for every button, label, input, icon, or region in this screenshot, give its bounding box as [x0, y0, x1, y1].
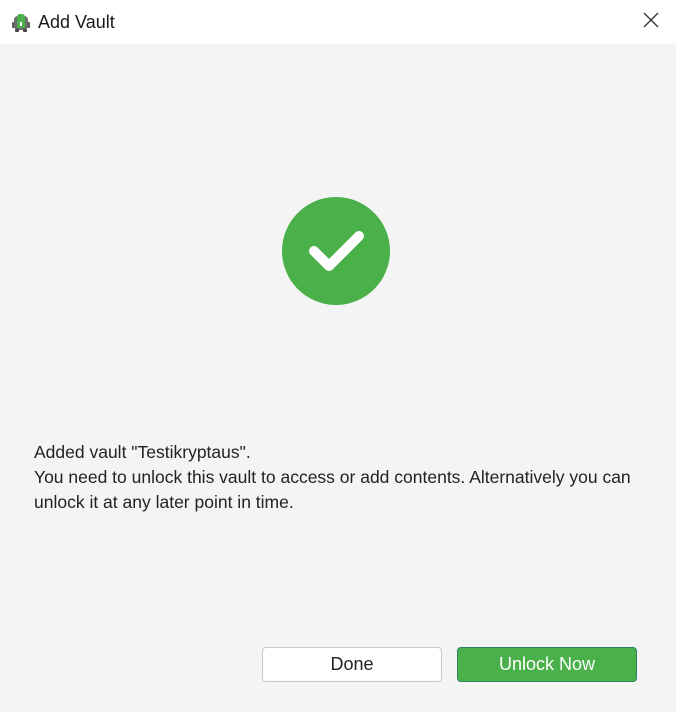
dialog-content: Added vault "Testikryptaus". You need to… [0, 44, 676, 712]
cryptomator-robot-icon [10, 11, 32, 33]
status-message: Added vault "Testikryptaus". You need to… [34, 440, 644, 515]
unlock-now-button[interactable]: Unlock Now [457, 647, 637, 682]
add-vault-dialog: Add Vault Added vault "Testikryptaus". Y… [0, 0, 676, 712]
success-indicator [282, 197, 390, 305]
message-body: You need to unlock this vault to access … [34, 467, 636, 512]
title-bar: Add Vault [0, 0, 676, 44]
close-button[interactable] [626, 0, 676, 44]
message-title: Added vault "Testikryptaus". [34, 442, 251, 462]
window-title: Add Vault [38, 12, 115, 32]
close-icon [643, 12, 659, 33]
done-button[interactable]: Done [262, 647, 442, 682]
